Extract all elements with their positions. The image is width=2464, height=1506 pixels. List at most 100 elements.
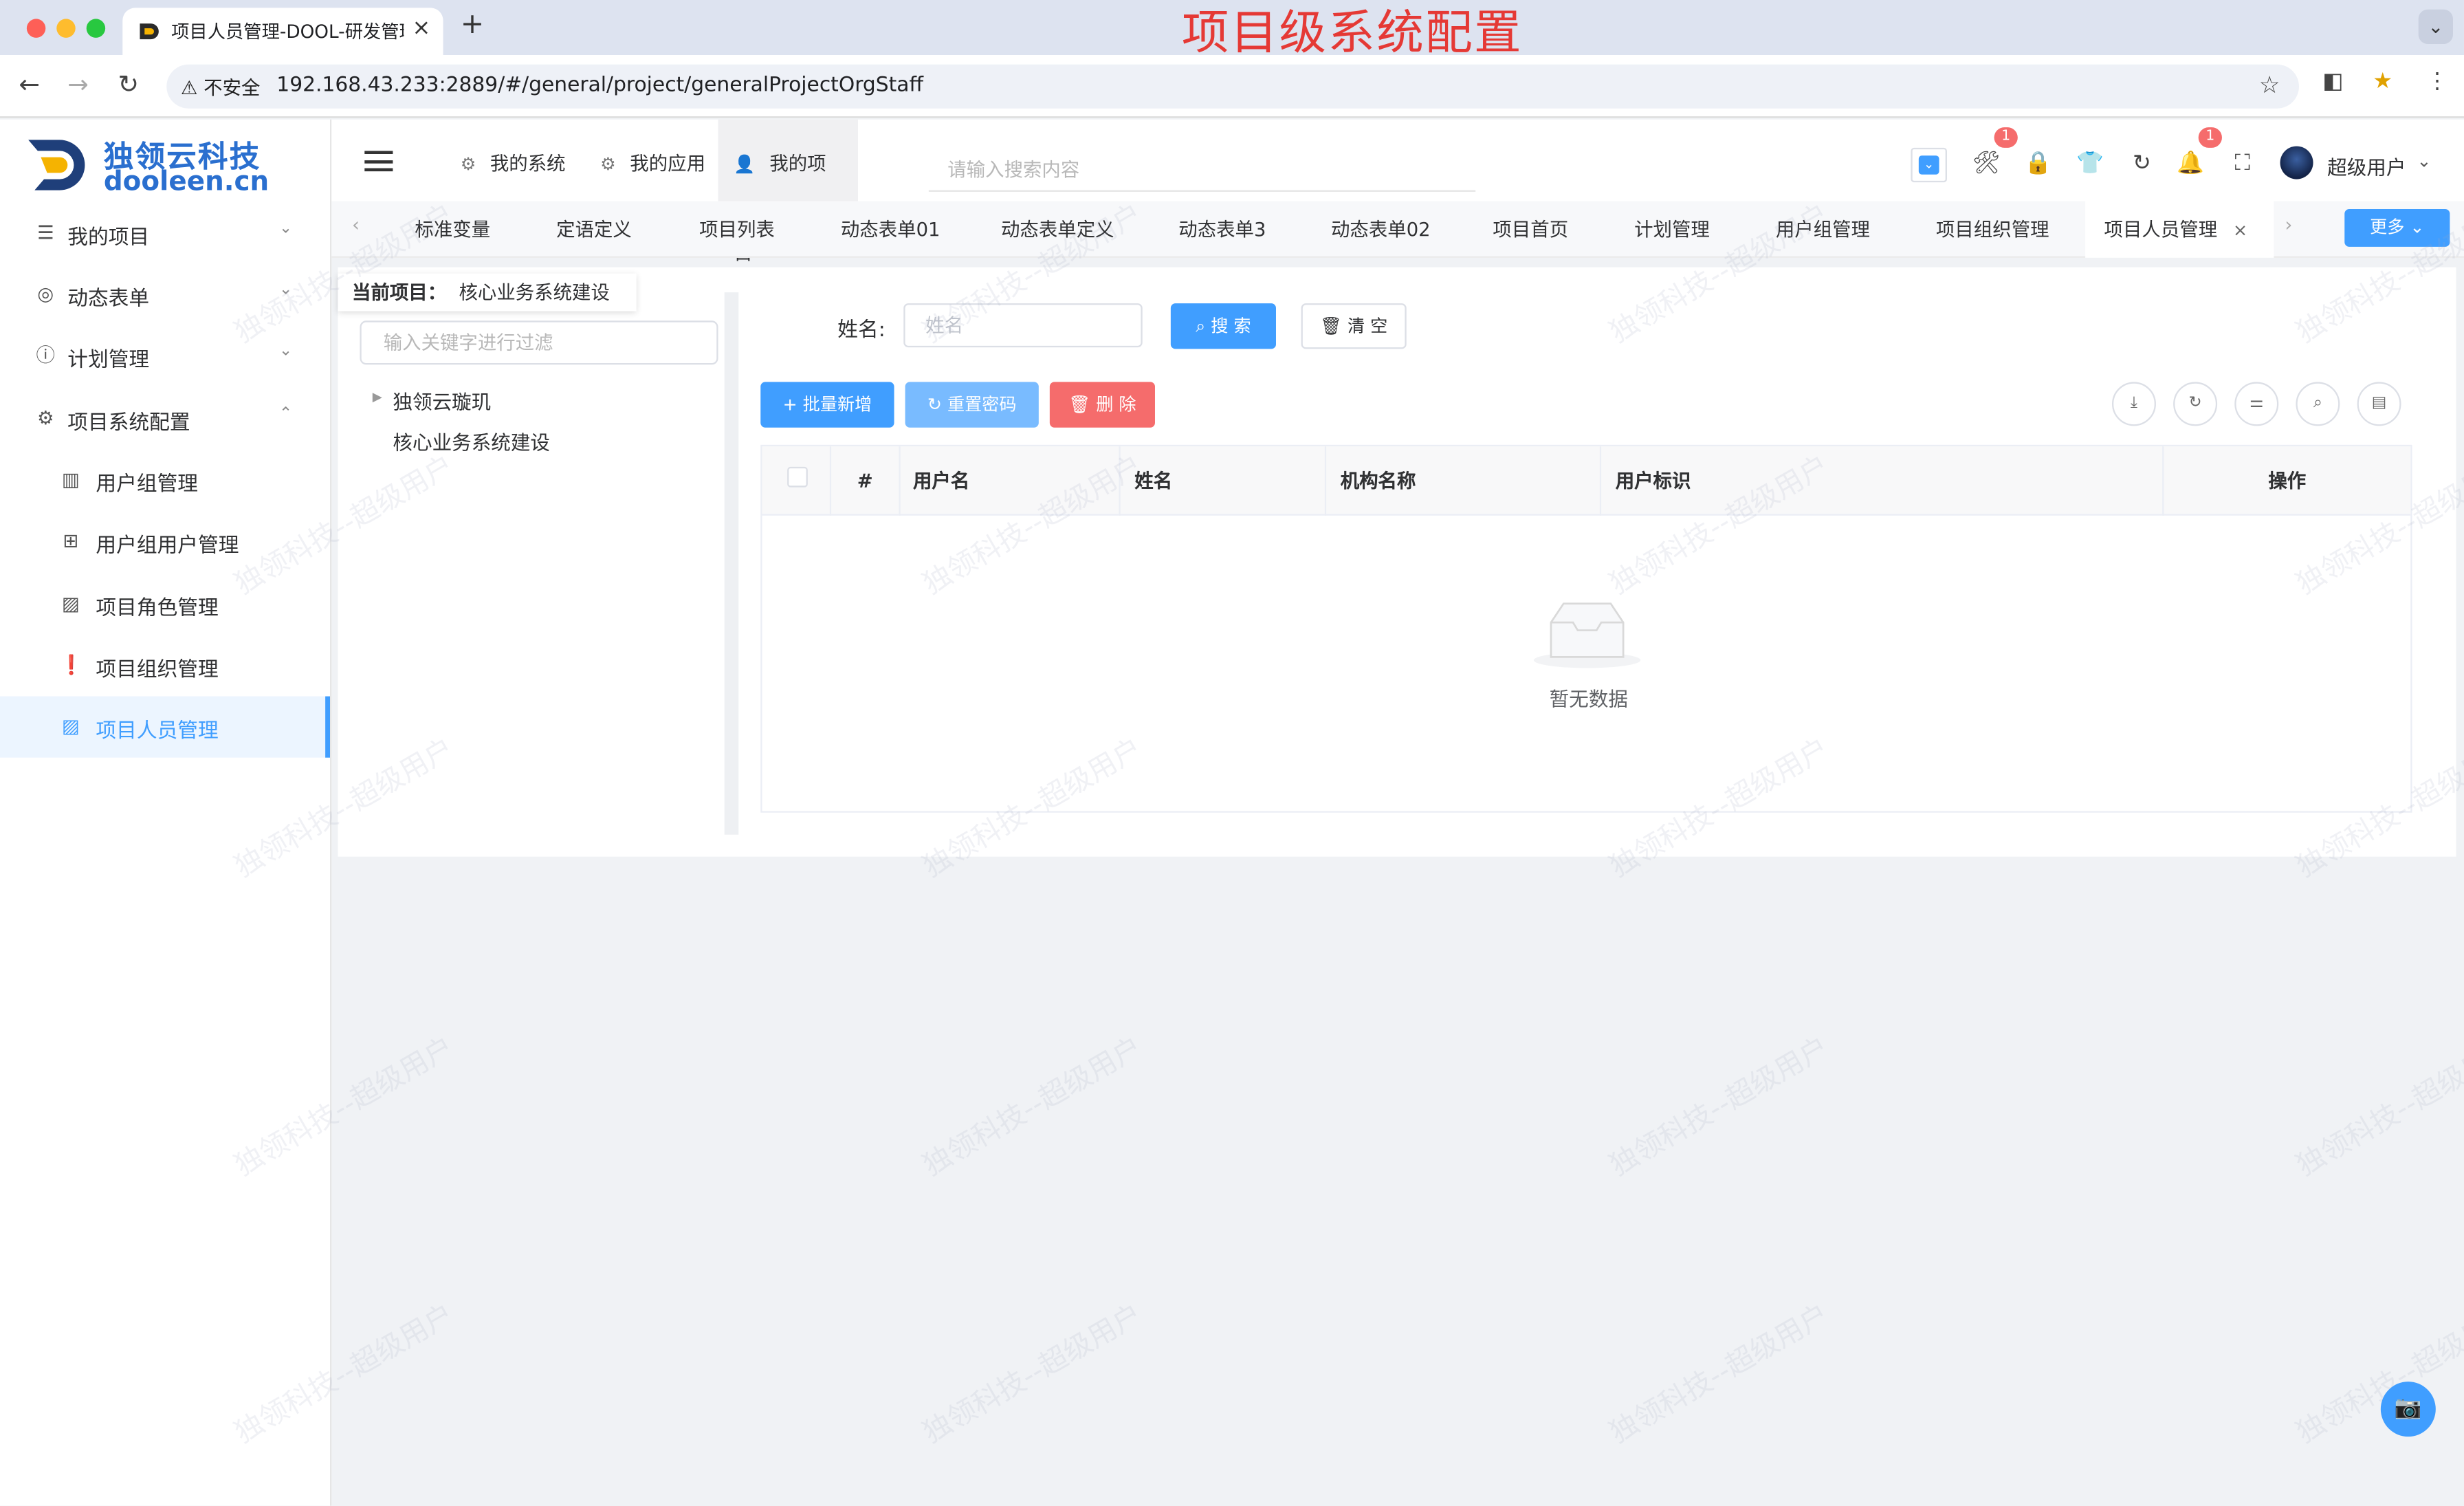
browser-menu-icon[interactable]: ⋮ [2426, 69, 2448, 95]
tag-item[interactable]: 动态表单3 [1160, 201, 1285, 258]
tag-item[interactable]: 用户组管理 [1757, 201, 1889, 258]
splitter[interactable] [724, 292, 739, 835]
maximize-window-button[interactable] [86, 19, 106, 38]
lock-icon[interactable]: 🔒 [2024, 151, 2052, 176]
batch-add-button[interactable]: + 批量新增 [760, 382, 894, 428]
sidepanel-icon[interactable]: ◧ [2322, 69, 2343, 95]
sidebar-item-project-config[interactable]: ⚙ 项目系统配置 ⌃ [0, 389, 330, 450]
tag-item[interactable]: 定语定义 [538, 201, 651, 258]
omnibox[interactable]: ⚠ 不安全 192.168.43.233:2889/#/general/proj… [166, 64, 2299, 109]
sidebar-subitem-user-group-users[interactable]: ⊞ 用户组用户管理 [0, 511, 330, 572]
reset-password-button[interactable]: ↻ 重置密码 [905, 382, 1039, 428]
sidebar-item-label: 项目人员管理 [96, 719, 219, 744]
staff-table: # 用户名 姓名 机构名称 用户标识 操作 暂无数据 [760, 444, 2412, 813]
column-header-username[interactable]: 用户名 [901, 446, 1121, 516]
tag-item[interactable]: 项目列表 [681, 201, 794, 258]
tag-item[interactable]: 标准变量 [396, 201, 509, 258]
sidebar-item-dynamic-form[interactable]: ◎ 动态表单 ⌄ [0, 264, 330, 325]
sidebar-subitem-project-org[interactable]: ❗ 项目组织管理 [0, 635, 330, 696]
tag-item[interactable]: 项目组织管理 [1917, 201, 2068, 258]
watermark-text: 独领科技--超级用户 [917, 1298, 1148, 1450]
refresh-icon[interactable]: ↻ [2173, 382, 2218, 426]
search-icon[interactable]: ⌕ [2296, 382, 2340, 426]
browser-tab[interactable]: 项目人员管理-DOOL-研发管理 × [122, 8, 443, 55]
sliders-icon: ☰ [36, 221, 54, 244]
column-header-org[interactable]: 机构名称 [1326, 446, 1602, 516]
tag-item[interactable]: 动态表单01 [822, 201, 958, 258]
document-icon[interactable]: ▤ [2357, 382, 2401, 426]
tools-icon[interactable]: 🛠 [1972, 151, 2001, 176]
sidebar-item-label: 用户组用户管理 [96, 534, 239, 558]
bookmark-star-icon[interactable]: ☆ [2259, 71, 2280, 99]
tab-search-chevron-icon[interactable]: ⌄ [2418, 9, 2453, 44]
search-button[interactable]: ⌕ 搜 索 [1170, 303, 1276, 349]
sidebar-item-label: 用户组管理 [96, 472, 199, 497]
back-icon[interactable]: ← [19, 69, 40, 99]
tag-item[interactable]: 项目首页 [1474, 201, 1587, 258]
security-warning[interactable]: ⚠ 不安全 [181, 74, 261, 100]
chevron-down-icon[interactable]: ⌄ [2417, 151, 2431, 171]
select-all-cell [762, 446, 832, 516]
gear-icon: ⚙ [36, 406, 54, 429]
new-tab-button[interactable]: + [461, 8, 484, 41]
sidebar-subitem-project-staff[interactable]: ▨ 项目人员管理 [0, 696, 330, 758]
column-header-user-id[interactable]: 用户标识 [1601, 446, 2164, 516]
close-window-button[interactable] [26, 19, 46, 38]
alert-icon: ❗ [59, 653, 84, 676]
search-button-label: 搜 索 [1211, 316, 1251, 337]
sidebar-subitem-user-group[interactable]: ▥ 用户组管理 [0, 450, 330, 511]
tag-item[interactable]: 计划管理 [1616, 201, 1729, 258]
sidebar-item-my-projects[interactable]: ☰ 我的项目 ⌄ [0, 203, 330, 264]
nav-tab-my-projects[interactable]: 👤我的项目 [718, 119, 858, 264]
tag-label: 用户组管理 [1775, 218, 1871, 241]
hamburger-menu-icon[interactable] [364, 151, 393, 172]
theme-shirt-icon[interactable]: 👕 [2076, 151, 2104, 176]
global-search-input[interactable] [928, 147, 1476, 192]
refresh-icon[interactable]: ↻ [2128, 151, 2156, 176]
nav-tab-my-system[interactable]: ⚙ 我的系统 [445, 120, 582, 201]
url-text[interactable]: 192.168.43.233:2889/#/general/project/ge… [276, 74, 923, 97]
fullscreen-icon[interactable]: ⛶ [2228, 151, 2256, 176]
tree-filter-input[interactable] [360, 320, 718, 365]
tree-expand-icon[interactable]: ▶ [373, 390, 382, 404]
download-icon[interactable]: ⤓ [2111, 382, 2156, 426]
logo-icon [28, 140, 85, 190]
empty-inbox-icon [1533, 602, 1641, 668]
username[interactable]: 超级用户 [2327, 151, 2406, 180]
tag-item-active[interactable]: 项目人员管理 × [2085, 201, 2274, 258]
sidebar-item-plan-management[interactable]: ⓘ 计划管理 ⌄ [0, 325, 330, 386]
nav-tab-label: 我的应用 [630, 152, 706, 175]
more-button[interactable]: 更多 ⌄ [2344, 208, 2450, 247]
name-input[interactable] [903, 303, 1143, 348]
column-header-name[interactable]: 姓名 [1121, 446, 1327, 516]
scroll-left-icon[interactable]: ‹ [352, 214, 360, 236]
tree-node[interactable]: 独领云璇玑 [393, 385, 491, 415]
tree-node[interactable]: 核心业务系统建设 [393, 426, 550, 455]
trash-icon: 🗑 [1320, 316, 1342, 337]
delete-button[interactable]: 🗑 删 除 [1049, 382, 1155, 428]
columns-settings-icon[interactable]: ⚌ [2234, 382, 2279, 426]
scroll-right-icon[interactable]: › [2285, 214, 2292, 236]
logo-text-en: dooleen.cn [103, 166, 270, 198]
tag-item[interactable]: 动态表单定义 [982, 201, 1133, 258]
forward-icon[interactable]: → [67, 69, 89, 99]
bell-icon[interactable]: 🔔 [2177, 151, 2205, 176]
chevron-down-icon: ⌄ [278, 342, 293, 360]
gear-icon: ⚙ [460, 153, 476, 175]
tags-view: ‹ 标准变量 定语定义 项目列表 动态表单01 动态表单定义 动态表单3 动态表… [331, 201, 2464, 258]
minimize-window-button[interactable] [56, 19, 76, 38]
close-tab-icon[interactable]: × [412, 16, 430, 41]
select-all-checkbox[interactable] [787, 466, 808, 488]
sidebar-subitem-project-roles[interactable]: ▨ 项目角色管理 [0, 574, 330, 635]
avatar[interactable] [2280, 146, 2313, 179]
nav-tab-my-apps[interactable]: ⚙ 我的应用 [584, 120, 721, 201]
clear-button[interactable]: 🗑 清 空 [1301, 303, 1407, 349]
batch-add-label: 批量新增 [802, 394, 872, 415]
reload-icon[interactable]: ↻ [118, 69, 139, 99]
camera-icon[interactable]: 📷 [2380, 1382, 2436, 1437]
layout-select[interactable]: ⌄ [1911, 147, 1947, 183]
trash-icon: 🗑 [1068, 394, 1091, 415]
tag-item[interactable]: 动态表单02 [1312, 201, 1449, 258]
extension-icon[interactable]: ★ [2373, 69, 2392, 95]
close-icon[interactable]: × [2233, 220, 2247, 241]
